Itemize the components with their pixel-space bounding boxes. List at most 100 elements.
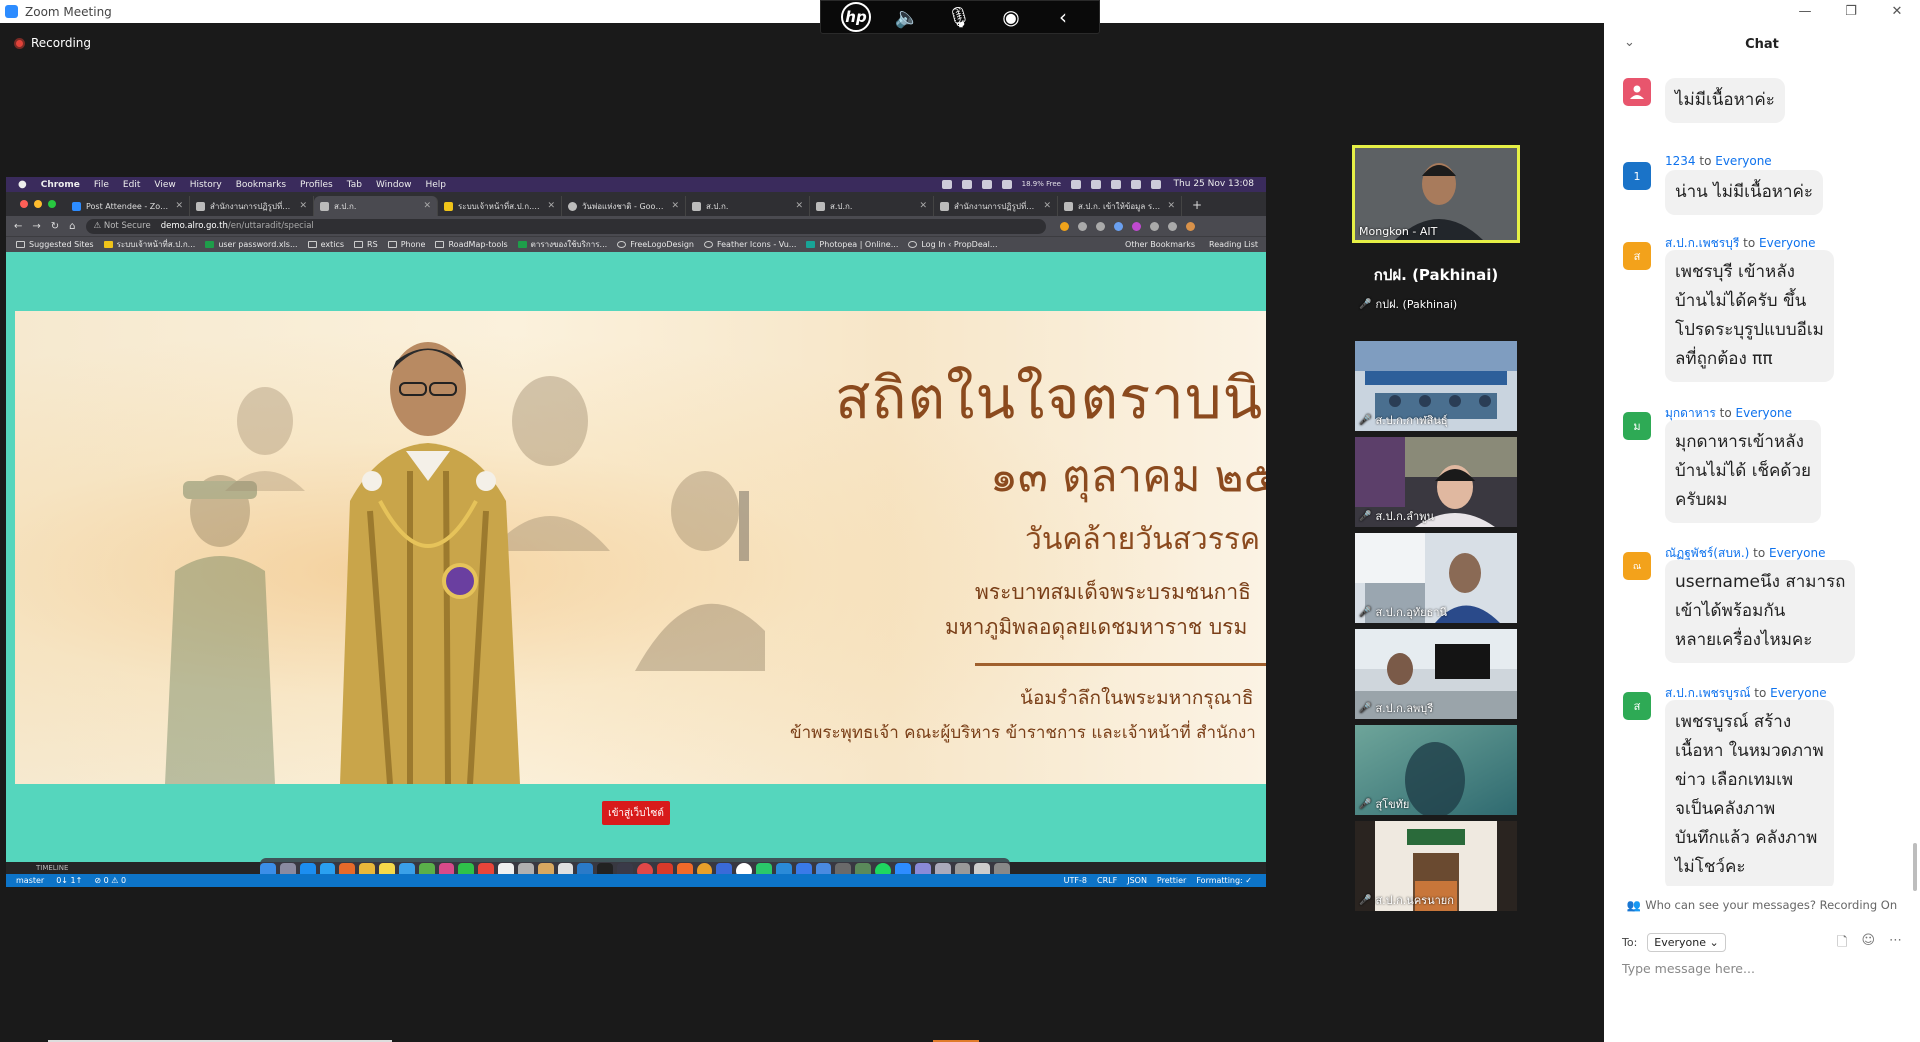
participant-label: 🎤 ส.ป.ก.อุทัยธานี (1359, 603, 1447, 621)
recipient: Everyone (1735, 406, 1792, 420)
bookmark-item: Suggested Sites (16, 240, 94, 249)
bookmark-label: Phone (400, 240, 426, 249)
bookmark-item: RoadMap-tools (435, 240, 508, 249)
sender-avatar (1623, 78, 1651, 106)
recipient-value: Everyone (1654, 936, 1707, 949)
chat-scrollbar[interactable] (1913, 843, 1917, 891)
security-text: Not Secure (103, 221, 151, 231)
bookmark-label: Feather Icons - Vu... (716, 240, 797, 249)
chat-header: ⌄ Chat (1604, 23, 1920, 66)
more-icon[interactable]: ⋯ (1889, 933, 1902, 955)
menubar-clock: Thu 25 Nov 13:08 (1173, 179, 1254, 189)
extension-icon (1113, 221, 1123, 231)
sender-avatar: 1 (1623, 162, 1651, 190)
participant-label: 🎤 ส.ป.ก.กาฬสินธุ์ (1359, 411, 1448, 429)
tab-title: ส.ป.ก. (830, 201, 853, 211)
minimize-icon[interactable]: — (1782, 0, 1828, 23)
tab-close-icon: ✕ (1043, 201, 1051, 211)
encoding: UTF-8 (1063, 876, 1087, 885)
participant-display-name: กปฝ. (Pakhinai) (1373, 266, 1499, 284)
wordpress-icon (908, 241, 918, 248)
who-can-see-text: Who can see your messages? Recording On (1645, 898, 1898, 912)
bookmark-icon (617, 241, 627, 248)
extension-icon (1059, 221, 1069, 231)
bookmark-label: ตารางของใช้บริการ... (530, 240, 608, 249)
folder-icon (435, 241, 445, 248)
url-text: demo.alro.go.th/en/uttaradit/special (161, 221, 314, 231)
video-tile[interactable]: 🎤 ส.ป.ก.ลำพูน (1355, 437, 1517, 527)
tab-favicon-icon (816, 201, 825, 211)
who-can-see-link[interactable]: 👥 Who can see your messages? Recording On (1604, 898, 1920, 912)
browser-tab: สำนักงานการปฏิรูปที่ดิน... ✕ (934, 196, 1058, 216)
browser-tab: สำนักงานการปฏิรูปที่ดิน... ✕ (190, 196, 314, 216)
tab-close-icon: ✕ (795, 201, 803, 211)
shared-screen: ● Chrome File Edit View History Bookmark… (6, 177, 1266, 887)
to-word: to (1743, 236, 1756, 250)
tab-title: Post Attendee - Zoom (86, 201, 172, 211)
message-input[interactable]: Type message here... (1622, 961, 1755, 976)
recording-indicator[interactable]: Recording (14, 36, 91, 50)
tray-icon (961, 180, 972, 189)
extension-icon (1077, 221, 1087, 231)
browser-tabstrip: Post Attendee - Zoom ✕ สำนักงานการปฏิรูปท… (6, 192, 1266, 216)
chat-messages[interactable]: ไม่มีเนื้อหาค่ะ 1 1234 to Everyone น่าน … (1604, 66, 1920, 886)
collapse-icon[interactable]: ‹ (1047, 5, 1079, 29)
active-speaker-tile[interactable]: Mongkon - AIT (1352, 145, 1520, 243)
tab-close-icon: ✕ (547, 201, 555, 211)
tab-title: ส.ป.ก. (706, 201, 729, 211)
folder-icon (103, 241, 113, 248)
soldier-figure-image (165, 475, 275, 784)
battery-status: 18.9% Free (1021, 180, 1061, 188)
participant-name: กปฝ. (Pakhinai) (1375, 298, 1458, 311)
participant-name: ส.ป.ก.อุทัยธานี (1375, 606, 1448, 619)
address-bar: ⚠ Not Secure demo.alro.go.th/en/uttaradi… (85, 218, 1046, 234)
sheet-icon (517, 241, 527, 248)
message-line: หลายเครื่องไหมคะ (1675, 630, 1813, 650)
menu-view: View (154, 179, 176, 190)
participant-label: 🎤 ส.ป.ก.ลำพูน (1359, 507, 1434, 525)
tab-title: ส.ป.ก. เข้าให้ข้อมูล รอ... (1078, 201, 1164, 211)
bookmark-label: user password.xls... (218, 240, 298, 249)
browser-toolbar: ← → ↻ ⌂ ⚠ Not Secure demo.alro.go.th/en/… (6, 216, 1266, 236)
speaker-icon[interactable]: 🔈 (891, 5, 923, 29)
sender-name: ณัฏฐพัชร์(สบห.) (1665, 546, 1750, 560)
menubar-tray: 18.9% Free (941, 180, 1161, 189)
close-icon[interactable]: ✕ (1874, 0, 1920, 23)
participant-name: ส.ป.ก.ลพบุรี (1375, 702, 1434, 715)
message-line: ข่าว เลือกเทมเพ (1675, 770, 1794, 790)
tab-title: สำนักงานการปฏิรูปที่ดิน... (954, 201, 1040, 211)
name-only-tile[interactable]: กปฝ. (Pakhinai) 🎤 กปฝ. (Pakhinai) (1355, 253, 1517, 315)
bookmark-item: Photopea | Online... (806, 240, 898, 249)
recipient-select[interactable]: Everyone ⌄ (1647, 933, 1726, 952)
sender-name: ส.ป.ก.เพชรบูรณ์ (1665, 686, 1751, 700)
restore-icon[interactable]: ❐ (1828, 0, 1874, 23)
video-tile[interactable]: 🎤 ส.ป.ก.กาฬสินธุ์ (1355, 341, 1517, 431)
message-line: น่าน ไม่มีเนื้อหาค่ะ (1675, 182, 1814, 202)
hp-logo-icon: hp (841, 2, 871, 32)
microphone-icon[interactable]: 🎙 (943, 5, 975, 29)
reload-icon: ↻ (50, 220, 60, 232)
to-word: to (1753, 546, 1766, 560)
browser-tab: ระบบเจ้าหน้าที่ส.ป.ก.และ... ✕ (438, 196, 562, 216)
background-portrait-image (225, 387, 305, 491)
tab-close-icon: ✕ (423, 201, 431, 211)
file-icon[interactable]: 🗋 (1837, 933, 1847, 955)
banner-divider (975, 663, 1266, 666)
emoji-icon[interactable]: ☺ (1861, 933, 1875, 955)
menu-file: File (93, 179, 109, 190)
message-bubble: ไม่มีเนื้อหาค่ะ (1665, 78, 1785, 123)
git-sync: 0↓ 1↑ (56, 876, 83, 885)
problems-count: ⊘ 0 ⚠ 0 (94, 876, 127, 885)
message-bubble: มุกดาหารเข้าหลัง บ้านไม่ได้ เช็คด้วย ครั… (1665, 420, 1821, 523)
chat-tools: 🗋 ☺ ⋯ (1837, 933, 1902, 955)
video-tile[interactable]: 🎤 ส.ป.ก.ลพบุรี (1355, 629, 1517, 719)
muted-mic-icon: 🎤 (1359, 798, 1372, 810)
prettier-status: Prettier (1156, 876, 1187, 885)
video-tile[interactable]: 🎤 สุโขทัย (1355, 725, 1517, 815)
message-line: ลที่ถูกต้อง ππ (1675, 349, 1773, 369)
tab-favicon-icon (940, 201, 949, 211)
video-tile[interactable]: 🎤 ส.ป.ก.นครนายก (1355, 821, 1517, 911)
video-tile[interactable]: 🎤 ส.ป.ก.อุทัยธานี (1355, 533, 1517, 623)
menu-help: Help (425, 179, 447, 190)
broadcast-icon[interactable]: ◉ (995, 5, 1027, 29)
